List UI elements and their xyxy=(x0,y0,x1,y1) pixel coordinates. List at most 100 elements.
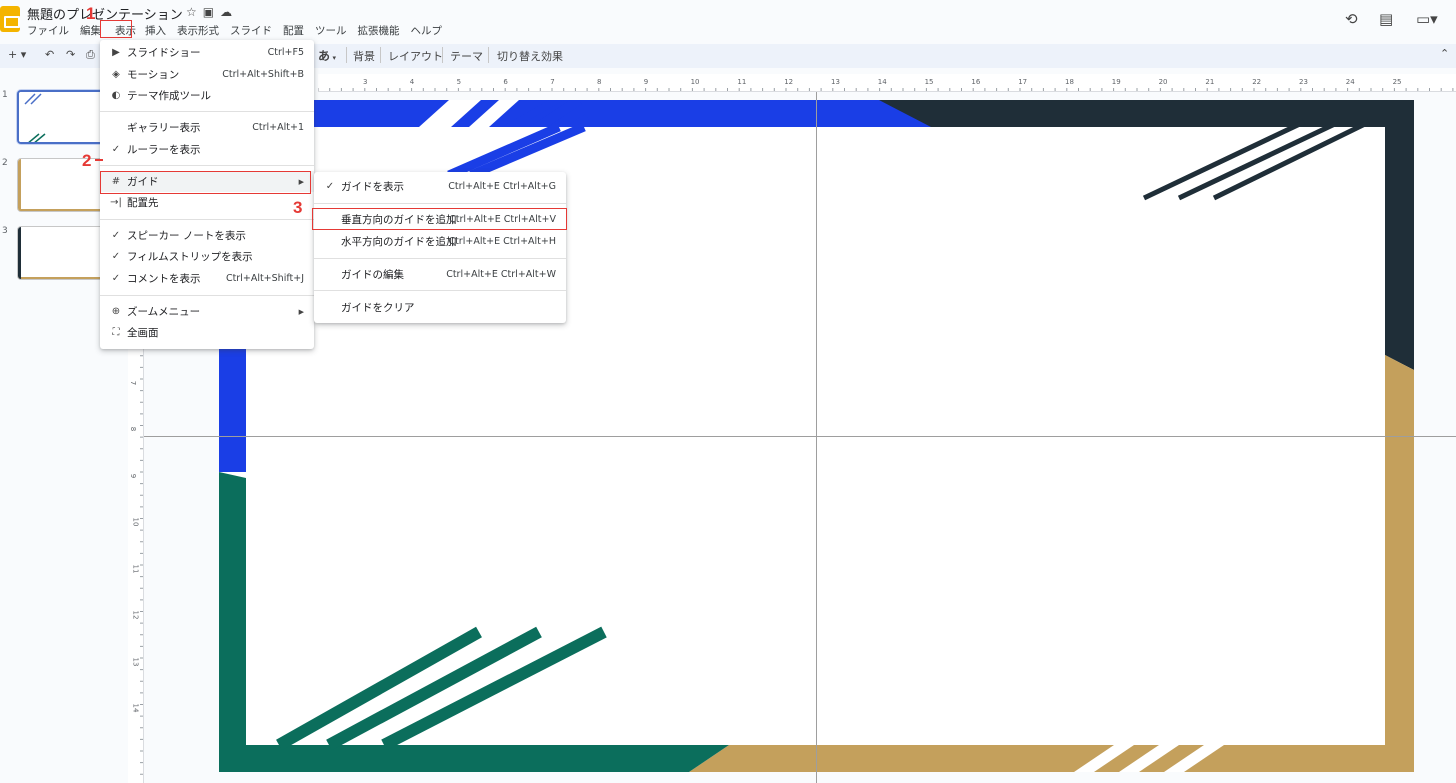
menu-item-theme-builder[interactable]: ◐ テーマ作成ツール xyxy=(100,85,314,106)
comments-icon[interactable]: ▤ xyxy=(1379,10,1393,28)
highlight-box-add-vertical xyxy=(312,208,567,230)
menu-item-comments[interactable]: ✓ コメントを表示 Ctrl+Alt+Shift+J xyxy=(100,268,314,289)
ruler-tick-label: 10 xyxy=(690,78,700,86)
vertical-guide[interactable] xyxy=(816,92,817,783)
step-number-2: 2 xyxy=(82,151,92,170)
check-icon: ✓ xyxy=(111,251,121,262)
ruler-tick-label: 23 xyxy=(1299,78,1308,86)
ruler-tick-label: 25 xyxy=(1392,78,1402,86)
step-number-3: 3 xyxy=(293,198,303,217)
ruler-tick-label: 6 xyxy=(503,78,508,86)
guides-submenu: ✓ ガイドを表示 Ctrl+Alt+E Ctrl+Alt+G 垂直方向のガイドを… xyxy=(314,172,566,323)
ruler-tick-label: 21 xyxy=(1205,78,1215,86)
menu-insert[interactable]: 挿入 xyxy=(145,23,171,38)
menu-item-add-horizontal-guide[interactable]: 水平方向のガイドを追加 Ctrl+Alt+E Ctrl+Alt+H xyxy=(314,231,566,252)
theme-button[interactable]: テーマ xyxy=(450,48,483,64)
slides-logo-icon[interactable] xyxy=(0,6,20,32)
ruler-tick-label: 4 xyxy=(409,78,415,86)
menu-format[interactable]: 表示形式 xyxy=(177,23,224,38)
collapse-toolbar-icon[interactable]: ⌃ xyxy=(1440,47,1449,60)
ruler-tick-label: 9 xyxy=(129,473,138,478)
check-icon: ✓ xyxy=(325,181,335,192)
motion-icon: ◈ xyxy=(112,69,120,80)
ruler-tick-label: 8 xyxy=(597,78,602,86)
palette-icon: ◐ xyxy=(111,90,121,101)
menu-item-slideshow[interactable]: ▶ スライドショー Ctrl+F5 xyxy=(100,42,314,63)
ruler-tick-label: 13 xyxy=(131,657,140,666)
menu-bar: ファイル 編集 表示 挿入 表示形式 スライド 配置 ツール 拡張機能 ヘルプ xyxy=(27,23,453,38)
menu-item-speaker-notes[interactable]: ✓ スピーカー ノートを表示 xyxy=(100,225,314,246)
fullscreen-icon: ⛶ xyxy=(112,327,120,338)
slide-number: 3 xyxy=(2,226,8,236)
ruler-tick-label: 7 xyxy=(129,380,138,385)
menu-item-show-ruler[interactable]: ✓ ルーラーを表示 xyxy=(100,139,314,160)
ruler-tick-label: 14 xyxy=(131,703,140,713)
menu-item-snap-to[interactable]: →| 配置先 xyxy=(100,192,314,213)
redo-icon[interactable]: ↷ xyxy=(66,48,75,61)
ruler-tick-label: 11 xyxy=(737,78,747,86)
menu-item-clear-guides[interactable]: ガイドをクリア xyxy=(314,297,566,318)
menu-help[interactable]: ヘルプ xyxy=(411,23,448,38)
snap-icon: →| xyxy=(110,197,122,208)
new-slide-icon[interactable]: + ▾ xyxy=(8,48,26,61)
history-icon[interactable]: ⟲ xyxy=(1345,10,1358,28)
slide-number: 1 xyxy=(2,90,8,100)
step-number-1: 1 xyxy=(86,4,96,23)
ruler-tick-label: 13 xyxy=(831,78,840,86)
ruler-tick-label: 16 xyxy=(971,78,981,86)
input-tools-button[interactable]: あ ▾ xyxy=(318,47,336,64)
star-icon[interactable]: ☆ xyxy=(186,5,203,19)
ruler-tick-label: 14 xyxy=(877,78,887,86)
ruler-tick-label: 12 xyxy=(131,610,140,620)
transition-button[interactable]: 切り替え効果 xyxy=(497,48,563,64)
annotation-connector xyxy=(95,159,103,161)
move-folder-icon[interactable]: ▣ xyxy=(203,5,220,19)
ruler-tick-label: 20 xyxy=(1158,78,1168,86)
meet-icon[interactable]: ▭▾ xyxy=(1416,10,1438,28)
cloud-status-icon[interactable]: ☁ xyxy=(220,5,238,19)
undo-icon[interactable]: ↶ xyxy=(45,48,54,61)
ruler-tick-label: 9 xyxy=(643,78,649,86)
play-icon: ▶ xyxy=(112,47,120,58)
print-icon[interactable]: ⎙ xyxy=(86,48,95,62)
title-actions: ☆▣☁ xyxy=(186,5,238,19)
highlight-box-view-menu xyxy=(100,20,132,38)
ruler-tick-label: 5 xyxy=(456,78,462,86)
menu-slide[interactable]: スライド xyxy=(230,23,277,38)
horizontal-guide[interactable] xyxy=(144,436,1456,437)
ruler-tick-label: 12 xyxy=(784,78,794,86)
menu-item-fullscreen[interactable]: ⛶ 全画面 xyxy=(100,322,314,343)
submenu-arrow-icon: ▶ xyxy=(298,307,304,316)
slide-thumbnail-3[interactable] xyxy=(17,226,109,280)
view-menu: ▶ スライドショー Ctrl+F5 ◈ モーション Ctrl+Alt+Shift… xyxy=(100,40,314,349)
menu-item-gallery-view[interactable]: ギャラリー表示 Ctrl+Alt+1 xyxy=(100,117,314,138)
menu-item-motion[interactable]: ◈ モーション Ctrl+Alt+Shift+B xyxy=(100,64,314,85)
menu-extensions[interactable]: 拡張機能 xyxy=(358,23,405,38)
horizontal-ruler[interactable]: 3 4 5 6 7 8 9 10 11 12 13 14 15 16 17 18 19 20 21 22 23 24 25 xyxy=(318,74,1456,92)
zoom-icon: ⊕ xyxy=(111,306,121,317)
layout-button[interactable]: レイアウト xyxy=(388,48,443,64)
ruler-tick-label: 19 xyxy=(1111,78,1121,86)
ruler-tick-label: 15 xyxy=(924,78,934,86)
check-icon: ✓ xyxy=(111,144,121,155)
ruler-tick-label: 18 xyxy=(1065,78,1074,86)
ruler-tick-label: 7 xyxy=(550,78,555,86)
ruler-tick-label: 24 xyxy=(1345,78,1355,86)
background-button[interactable]: 背景 xyxy=(353,48,375,64)
slide-thumbnail-2[interactable] xyxy=(17,158,109,212)
check-icon: ✓ xyxy=(111,273,121,284)
ruler-tick-label: 22 xyxy=(1252,78,1262,86)
menu-file[interactable]: ファイル xyxy=(27,23,74,38)
menu-item-show-guides[interactable]: ✓ ガイドを表示 Ctrl+Alt+E Ctrl+Alt+G xyxy=(314,176,566,197)
ruler-tick-label: 8 xyxy=(129,426,138,432)
ruler-tick-label: 11 xyxy=(131,564,140,573)
ruler-tick-label: 17 xyxy=(1018,78,1028,86)
ruler-tick-label: 3 xyxy=(363,78,368,86)
menu-tools[interactable]: ツール xyxy=(315,23,352,38)
menu-item-filmstrip[interactable]: ✓ フィルムストリップを表示 xyxy=(100,246,314,267)
menu-item-zoom[interactable]: ⊕ ズームメニュー ▶ xyxy=(100,301,314,322)
slide-thumbnail-1[interactable] xyxy=(17,90,109,144)
menu-item-edit-guides[interactable]: ガイドの編集 Ctrl+Alt+E Ctrl+Alt+W xyxy=(314,264,566,285)
ruler-tick-label: 10 xyxy=(131,517,140,527)
menu-arrange[interactable]: 配置 xyxy=(283,23,309,38)
